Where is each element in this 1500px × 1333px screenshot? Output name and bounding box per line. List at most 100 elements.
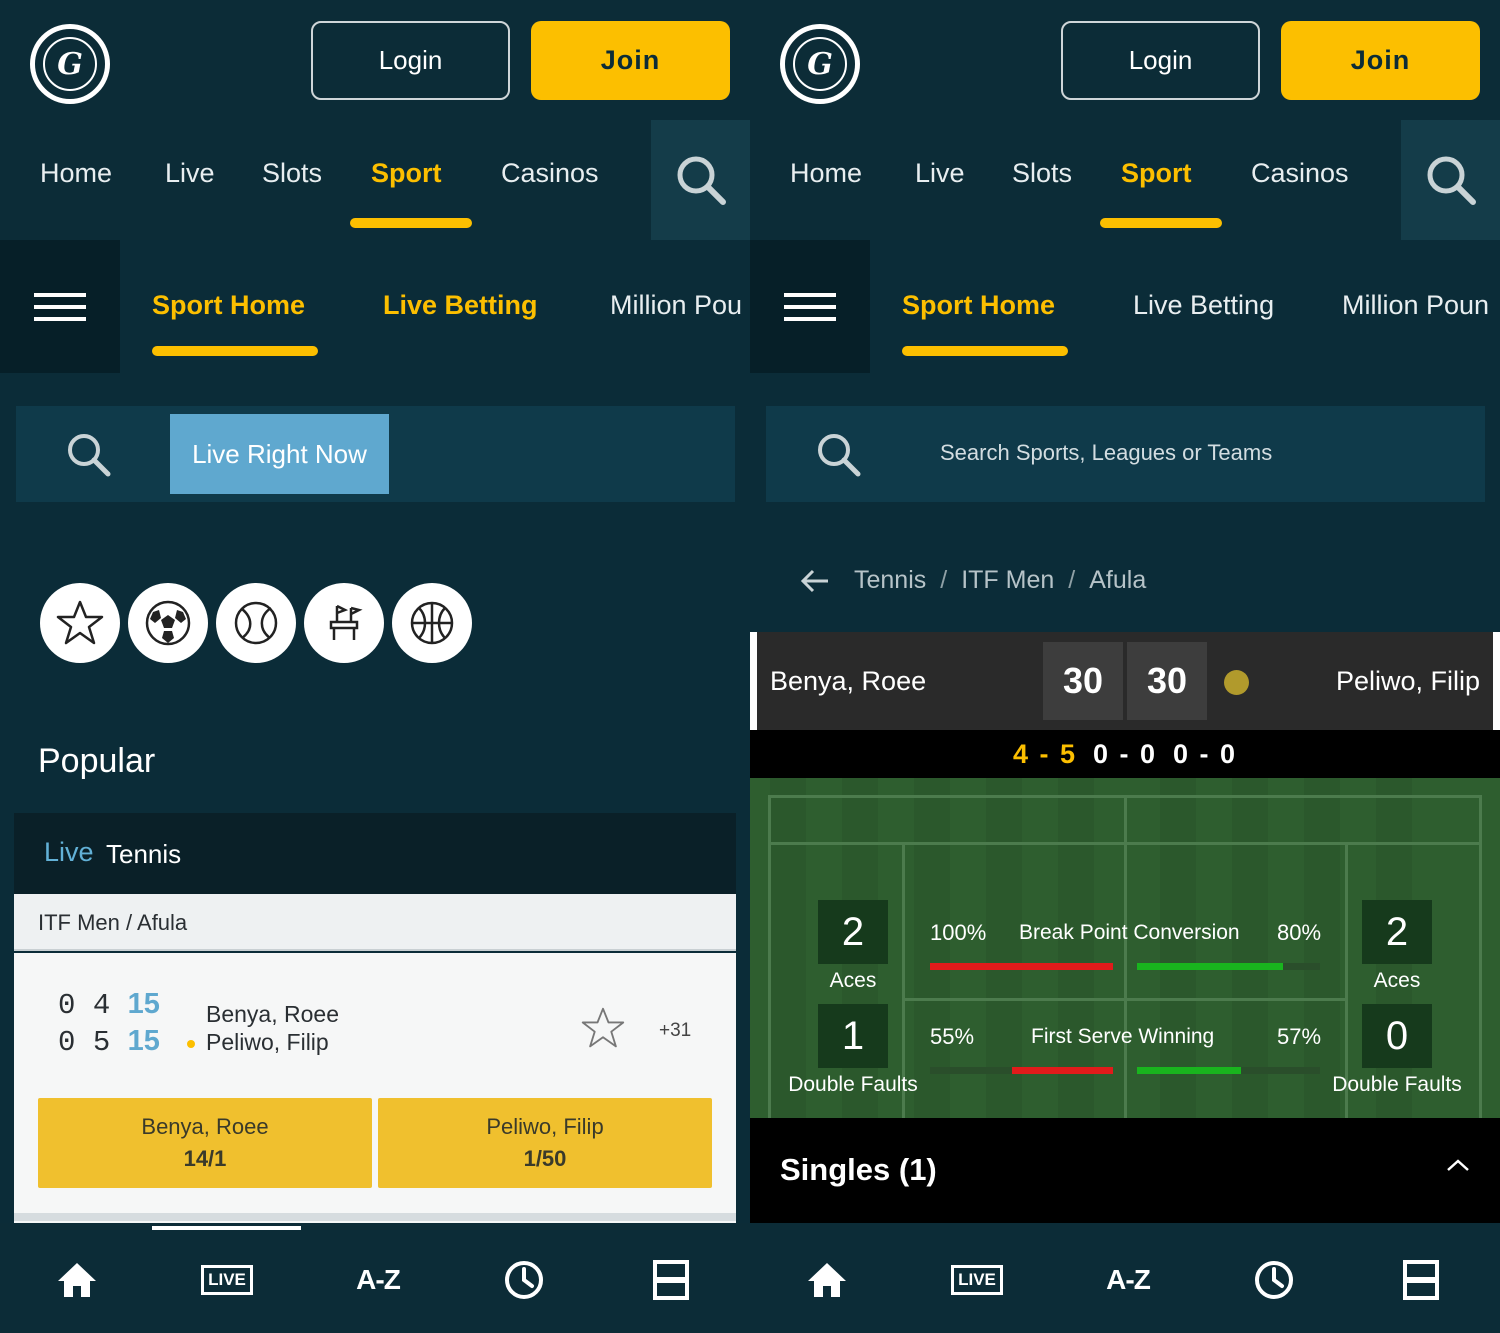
- live-nav-label: LIVE: [201, 1265, 253, 1295]
- competition-header[interactable]: ITF Men / Afula: [14, 894, 736, 951]
- sub-nav: Sport Home Live Betting Million Pou: [0, 240, 750, 373]
- p1-points: 15: [127, 988, 160, 1020]
- set-scores: 4 - 5 0 - 0 0 - 0: [750, 730, 1500, 778]
- odds-button-p1[interactable]: Benya, Roee 14/1: [38, 1098, 372, 1188]
- nav-sport[interactable]: Sport: [1121, 158, 1192, 189]
- join-button[interactable]: Join: [1281, 21, 1480, 100]
- header: G Login Join: [750, 0, 1500, 120]
- right-screen: G Login Join Home Live Slots Sport Casin…: [750, 0, 1500, 1333]
- p1-name: Benya, Roee: [206, 1001, 339, 1027]
- hamburger-menu-icon[interactable]: [750, 240, 870, 373]
- breadcrumb-competition[interactable]: ITF Men: [961, 566, 1054, 595]
- odds-button-p2[interactable]: Peliwo, Filip 1/50: [378, 1098, 712, 1188]
- p2-aces-value: 2: [1362, 900, 1432, 964]
- bp-p1-bar: [930, 963, 1113, 970]
- live-nav-button[interactable]: LIVE: [947, 1258, 1007, 1302]
- favourite-star-icon[interactable]: [580, 1005, 626, 1051]
- more-markets-count[interactable]: +31: [659, 1020, 691, 1042]
- bottom-nav: LIVE A-Z: [750, 1223, 1500, 1333]
- set-score: 0 - 0: [1173, 738, 1238, 769]
- sb-p1-name: Benya, Roee: [770, 666, 927, 696]
- star-icon[interactable]: [40, 583, 120, 663]
- serving-indicator: [187, 1040, 195, 1048]
- grosvenor-logo[interactable]: G: [30, 24, 110, 104]
- login-button[interactable]: Login: [1061, 21, 1260, 100]
- sb-p1-points: 30: [1043, 642, 1123, 720]
- subnav-live-betting[interactable]: Live Betting: [383, 290, 538, 321]
- sport-label: Tennis: [106, 839, 182, 869]
- main-nav: Home Live Slots Sport Casinos: [750, 120, 1500, 240]
- az-nav-label: A-Z: [356, 1264, 401, 1295]
- basketball-icon[interactable]: [392, 583, 472, 663]
- home-icon[interactable]: [47, 1258, 107, 1302]
- set-score: 0 - 0: [1092, 738, 1158, 769]
- football-icon[interactable]: [128, 583, 208, 663]
- nav-live[interactable]: Live: [915, 158, 965, 189]
- subnav-live-betting[interactable]: Live Betting: [1133, 290, 1274, 321]
- nav-sport[interactable]: Sport: [371, 158, 442, 189]
- subnav-million-pound[interactable]: Million Poun: [1342, 290, 1489, 321]
- subnav-active-indicator: [152, 346, 318, 356]
- fs-label: First Serve Winning: [1031, 1025, 1215, 1048]
- sport-search-bar[interactable]: Search Sports, Leagues or Teams: [766, 406, 1485, 502]
- live-right-now-button[interactable]: Live Right Now: [170, 414, 389, 494]
- clock-icon[interactable]: [494, 1258, 554, 1302]
- clock-icon[interactable]: [1244, 1258, 1304, 1302]
- nav-home[interactable]: Home: [790, 158, 862, 189]
- breadcrumb-separator: /: [1068, 566, 1076, 594]
- nav-casinos[interactable]: Casinos: [501, 158, 599, 189]
- subnav-sport-home[interactable]: Sport Home: [902, 290, 1055, 321]
- search-input[interactable]: Search Sports, Leagues or Teams: [940, 440, 1272, 466]
- betslip-icon[interactable]: [1391, 1258, 1451, 1302]
- nav-home[interactable]: Home: [40, 158, 112, 189]
- bp-p1-track: [930, 963, 1113, 970]
- scoreboard: Benya, Roee 30 30 Peliwo, Filip: [750, 632, 1500, 730]
- p1-aces-label: Aces: [829, 969, 877, 992]
- subnav-sport-home[interactable]: Sport Home: [152, 290, 305, 321]
- current-set-score: 4 - 5: [1012, 738, 1077, 769]
- header: G Login Join: [0, 0, 750, 120]
- betslip-icon[interactable]: [641, 1258, 701, 1302]
- event-card[interactable]: 0 4 15 0 5 15 Benya, Roee Peliwo, Filip …: [14, 953, 736, 1223]
- live-nav-button[interactable]: LIVE: [197, 1258, 257, 1302]
- live-tennis-header[interactable]: Live Tennis: [14, 813, 736, 894]
- az-nav-button[interactable]: A-Z: [348, 1258, 408, 1302]
- breadcrumb-separator: /: [940, 566, 948, 594]
- p2-score: 0 5 15: [58, 1025, 160, 1059]
- p2-name: Peliwo, Filip: [206, 1029, 329, 1055]
- search-icon[interactable]: [66, 432, 112, 478]
- grosvenor-logo[interactable]: G: [780, 24, 860, 104]
- search-icon[interactable]: [816, 432, 862, 478]
- p2-points: 15: [127, 1025, 160, 1057]
- nav-search-button[interactable]: [651, 120, 750, 240]
- p1-score: 0 4 15: [58, 988, 160, 1022]
- fs-p1-percent: 55%: [930, 1024, 975, 1049]
- az-nav-button[interactable]: A-Z: [1098, 1258, 1158, 1302]
- nav-slots[interactable]: Slots: [1012, 158, 1072, 189]
- nav-live[interactable]: Live: [165, 158, 215, 189]
- singles-title: Singles (1): [780, 1152, 937, 1187]
- back-arrow-icon[interactable]: [800, 568, 830, 594]
- chevron-up-icon[interactable]: [1446, 1158, 1470, 1172]
- tennis-icon[interactable]: [216, 583, 296, 663]
- singles-market-header[interactable]: Singles (1): [750, 1118, 1500, 1223]
- breadcrumb-sport[interactable]: Tennis: [854, 566, 926, 595]
- match-stats-court: 2 Aces 2 Aces 1 Double Faults 0 Double F…: [750, 778, 1500, 1118]
- nav-search-button[interactable]: [1401, 120, 1500, 240]
- golf-icon[interactable]: [304, 583, 384, 663]
- home-icon[interactable]: [797, 1258, 857, 1302]
- fs-p2-bar: [1137, 1067, 1241, 1074]
- main-nav: Home Live Slots Sport Casinos: [0, 120, 750, 240]
- subnav-million-pound[interactable]: Million Pou: [610, 290, 742, 321]
- odds-price: 1/50: [523, 1146, 567, 1171]
- bp-p2-bar: [1137, 963, 1283, 970]
- nav-slots[interactable]: Slots: [262, 158, 322, 189]
- subnav-active-indicator: [902, 346, 1068, 356]
- login-button[interactable]: Login: [311, 21, 510, 100]
- join-button[interactable]: Join: [531, 21, 730, 100]
- search-icon: [1427, 156, 1476, 205]
- nav-casinos[interactable]: Casinos: [1251, 158, 1349, 189]
- odds-price: 14/1: [183, 1146, 227, 1171]
- sb-p2-name: Peliwo, Filip: [1335, 666, 1480, 696]
- hamburger-menu-icon[interactable]: [0, 240, 120, 373]
